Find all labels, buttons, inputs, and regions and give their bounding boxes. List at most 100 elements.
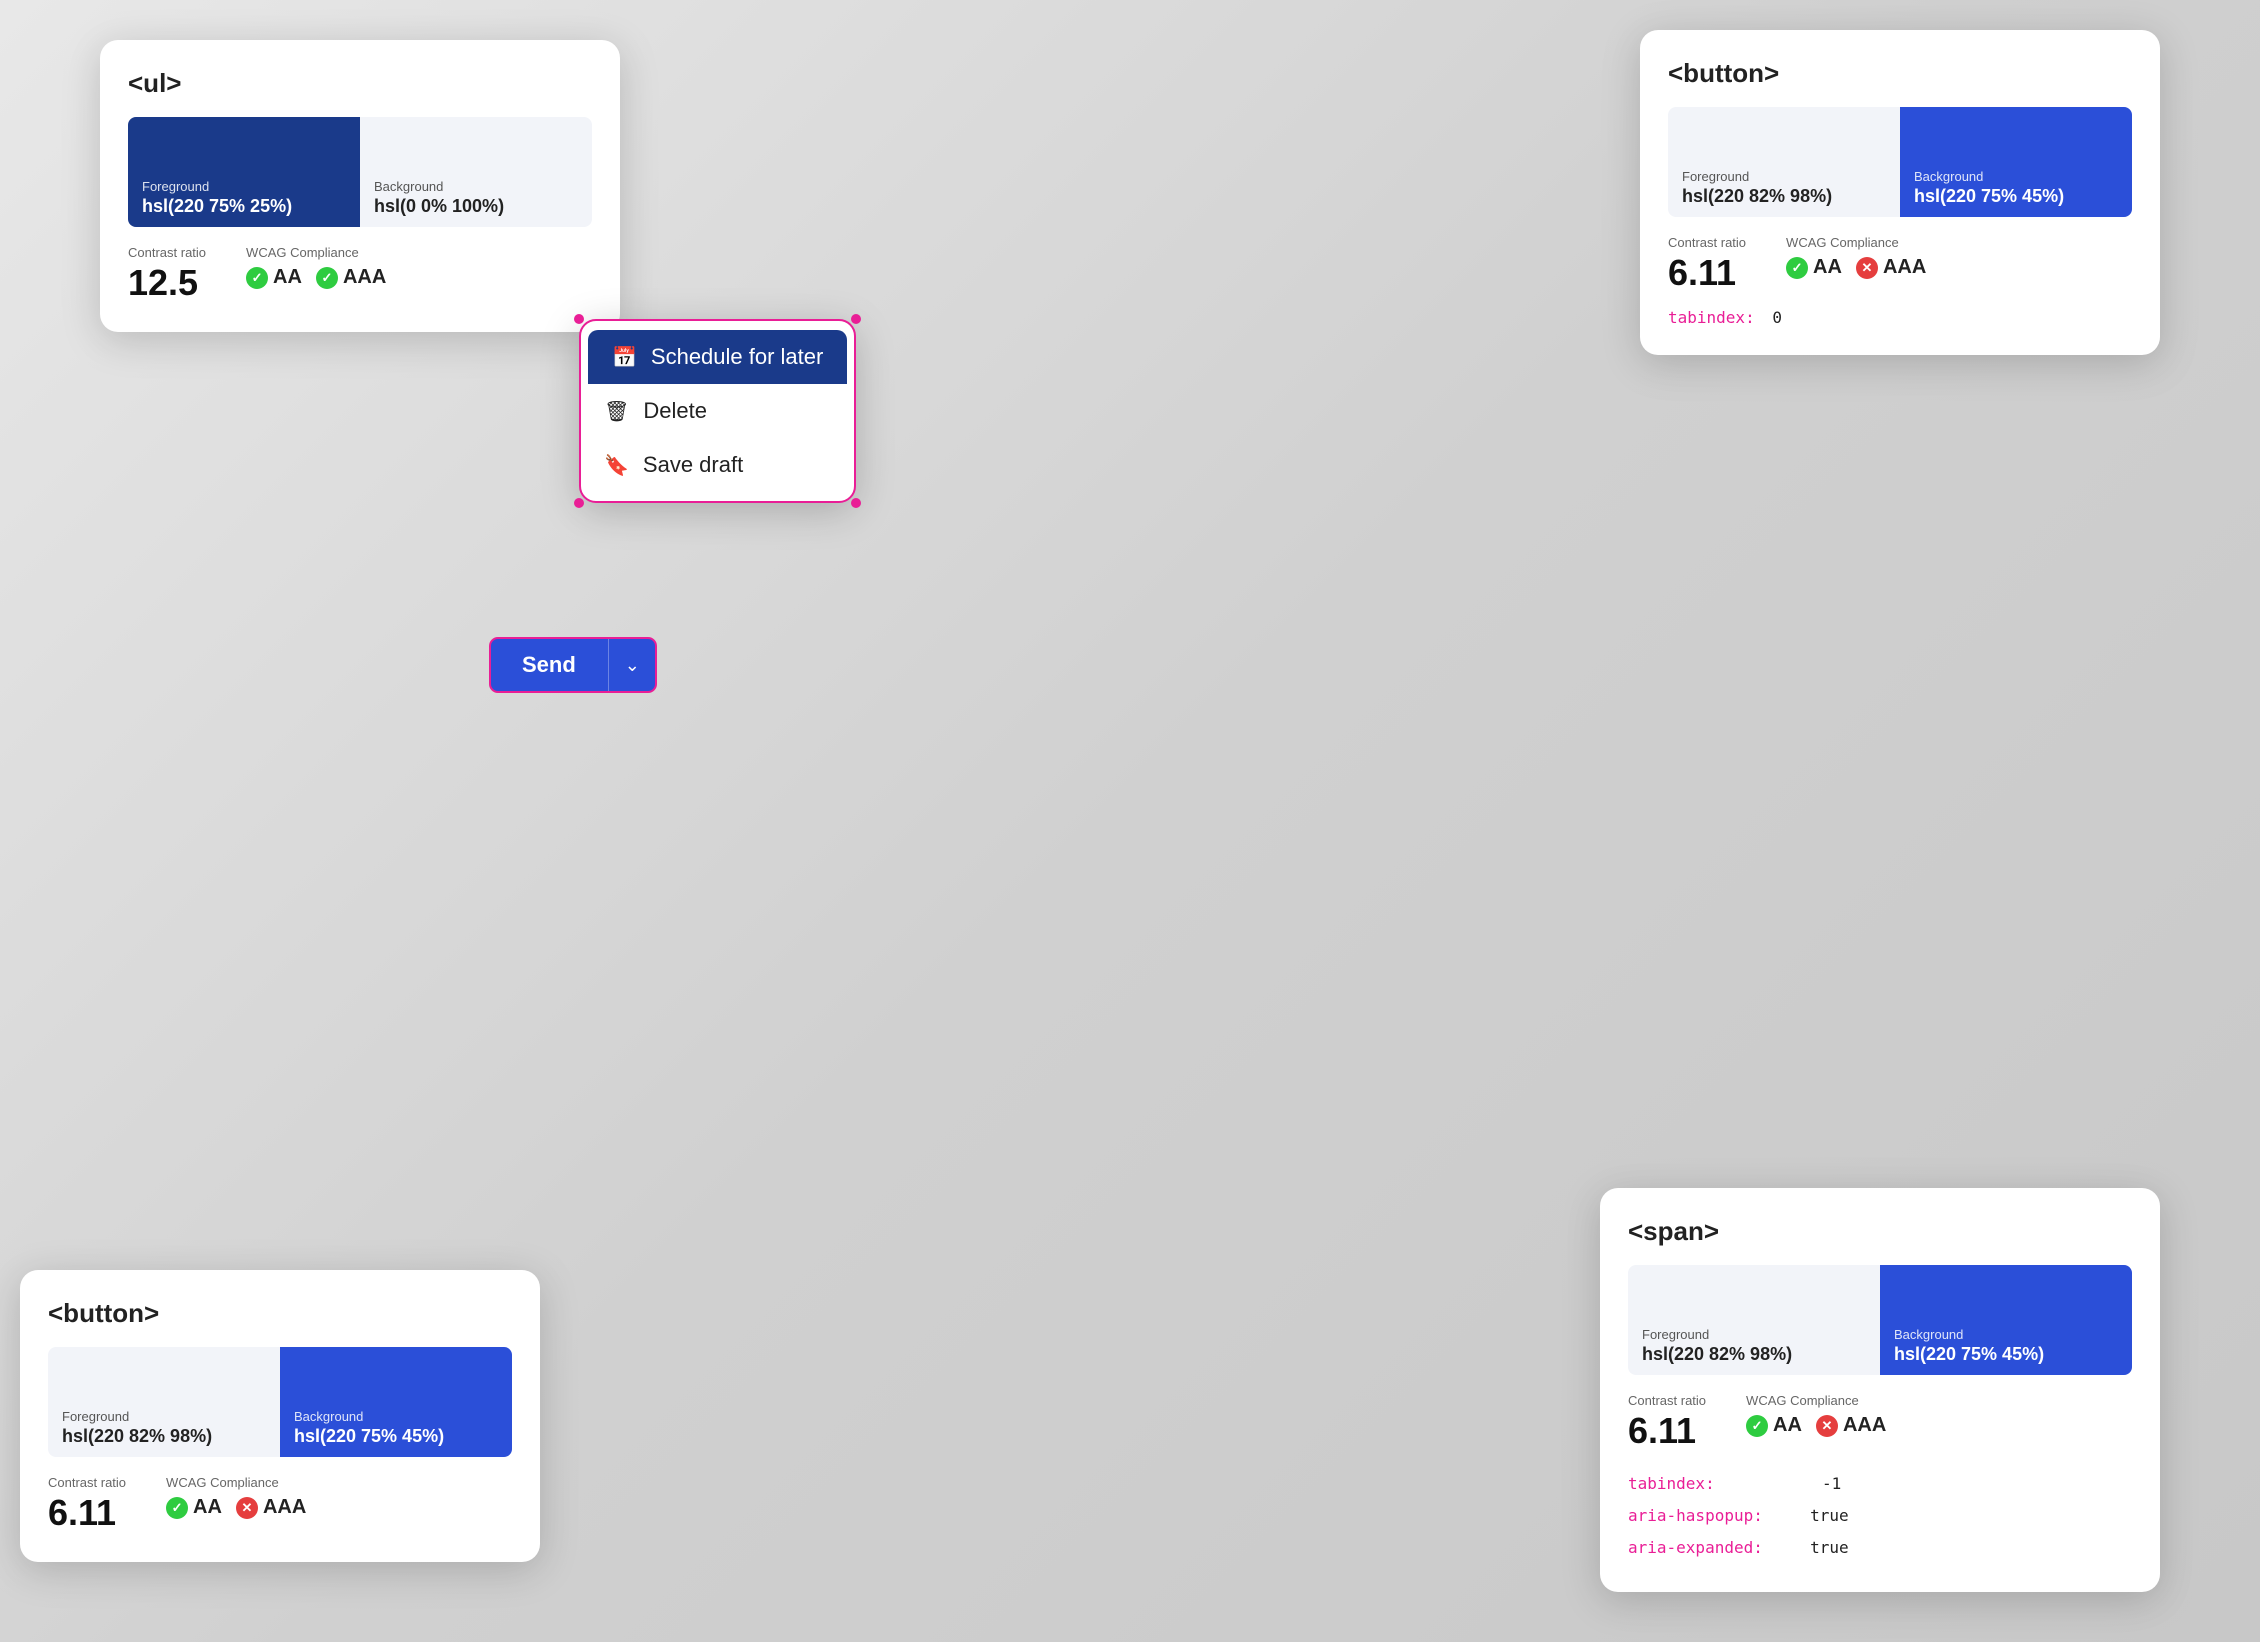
contrast-block: Contrast ratio 12.5 [128,245,206,304]
wcag-label: WCAG Compliance [246,245,386,260]
card-span-title: <span> [1628,1216,2132,1247]
wcag-badges: ✓ AA ✕ AAA [1746,1414,1886,1437]
card-span-swatches: Foreground hsl(220 82% 98%) Background h… [1628,1265,2132,1375]
card-button-bottom-swatches: Foreground hsl(220 82% 98%) Background h… [48,1347,512,1457]
aa-badge: ✓ AA [166,1496,222,1519]
tabindex-key: tabindex: [1628,1474,1715,1493]
wcag-label: WCAG Compliance [1786,235,1926,250]
corner-dot-tl [574,314,584,324]
aaa-fail-icon: ✕ [1816,1415,1838,1437]
fg-label: Foreground [1682,169,1886,184]
background-swatch-bottom: Background hsl(220 75% 45%) [280,1347,512,1457]
background-swatch-span: Background hsl(220 75% 45%) [1880,1265,2132,1375]
delete-label: Delete [643,398,707,424]
schedule-label: Schedule for later [651,344,823,370]
bg-value: hsl(220 75% 45%) [294,1426,498,1447]
card-button-top: <button> Foreground hsl(220 82% 98%) Bac… [1640,30,2160,355]
card-ul-stats: Contrast ratio 12.5 WCAG Compliance ✓ AA… [128,245,592,304]
contrast-block: Contrast ratio 6.11 [48,1475,126,1534]
wcag-block: WCAG Compliance ✓ AA ✓ AAA [246,245,386,289]
wcag-label: WCAG Compliance [166,1475,306,1490]
fg-label: Foreground [142,179,346,194]
wcag-label: WCAG Compliance [1746,1393,1886,1408]
bg-value: hsl(220 75% 45%) [1894,1344,2118,1365]
foreground-swatch-span: Foreground hsl(220 82% 98%) [1628,1265,1880,1375]
card-span-stats: Contrast ratio 6.11 WCAG Compliance ✓ AA… [1628,1393,2132,1452]
aa-badge: ✓ AA [246,266,302,289]
aa-label: AA [273,266,302,289]
aaa-badge: ✕ AAA [236,1496,306,1519]
aa-label: AA [1813,256,1842,279]
aa-label: AA [193,1496,222,1519]
contrast-value: 6.11 [48,1492,126,1534]
aaa-badge: ✓ AAA [316,266,386,289]
fg-value: hsl(220 75% 25%) [142,196,346,217]
aaa-label: AAA [1843,1414,1886,1437]
contrast-label: Contrast ratio [128,245,206,260]
bg-label: Background [294,1409,498,1424]
contrast-block: Contrast ratio 6.11 [1628,1393,1706,1452]
aria-haspopup-key: aria-haspopup: [1628,1506,1763,1525]
tabindex-val: 0 [1772,308,1782,327]
aa-pass-icon: ✓ [246,267,268,289]
wcag-block: WCAG Compliance ✓ AA ✕ AAA [166,1475,306,1519]
aria-attributes: tabindex: -1 aria-haspopup: true aria-ex… [1628,1468,2132,1564]
bg-label: Background [1914,169,2118,184]
card-span: <span> Foreground hsl(220 82% 98%) Backg… [1600,1188,2160,1592]
aaa-fail-icon: ✕ [236,1497,258,1519]
aaa-badge: ✕ AAA [1856,256,1926,279]
card-button-top-stats: Contrast ratio 6.11 WCAG Compliance ✓ AA… [1668,235,2132,294]
aaa-label: AAA [263,1496,306,1519]
aa-label: AA [1773,1414,1802,1437]
corner-dot-tr [851,314,861,324]
aa-badge: ✓ AA [1746,1414,1802,1437]
background-swatch: Background hsl(0 0% 100%) [360,117,592,227]
aria-haspopup-val: true [1810,1506,1849,1525]
aa-pass-icon: ✓ [1786,257,1808,279]
aaa-badge: ✕ AAA [1816,1414,1886,1437]
contrast-value: 12.5 [128,262,206,304]
send-button-group[interactable]: Send ⌄ [490,638,656,692]
aaa-label: AAA [1883,256,1926,279]
aria-expanded-line: aria-expanded: true [1628,1532,2132,1564]
save-draft-label: Save draft [643,452,743,478]
corner-dot-br [652,688,656,692]
aaa-label: AAA [343,266,386,289]
send-button[interactable]: Send [490,638,608,692]
corner-dot-br [851,498,861,508]
fg-value: hsl(220 82% 98%) [1682,186,1886,207]
foreground-swatch-top: Foreground hsl(220 82% 98%) [1668,107,1900,217]
card-button-bottom-stats: Contrast ratio 6.11 WCAG Compliance ✓ AA… [48,1475,512,1534]
bg-label: Background [374,179,578,194]
aa-pass-icon: ✓ [1746,1415,1768,1437]
delete-item[interactable]: 🗑 Delete [580,384,855,438]
schedule-item[interactable]: 📅 Schedule for later [588,330,847,384]
fg-label: Foreground [62,1409,266,1424]
aaa-fail-icon: ✕ [1856,257,1878,279]
aa-pass-icon: ✓ [166,1497,188,1519]
fg-label: Foreground [1642,1327,1866,1342]
save-draft-item[interactable]: 🔖 Save draft [580,438,855,492]
bg-value: hsl(220 75% 45%) [1914,186,2118,207]
fg-value: hsl(220 82% 98%) [1642,1344,1866,1365]
card-ul: <ul> Foreground hsl(220 75% 25%) Backgro… [100,40,620,332]
bookmark-icon: 🔖 [604,453,629,478]
contrast-value: 6.11 [1628,1410,1706,1452]
card-button-top-swatches: Foreground hsl(220 82% 98%) Background h… [1668,107,2132,217]
foreground-swatch: Foreground hsl(220 75% 25%) [128,117,360,227]
fg-value: hsl(220 82% 98%) [62,1426,266,1447]
send-arrow-button[interactable]: ⌄ [608,638,656,692]
aa-badge: ✓ AA [1786,256,1842,279]
wcag-badges: ✓ AA ✕ AAA [1786,256,1926,279]
calendar-icon: 📅 [612,345,637,370]
wcag-badges: ✓ AA ✕ AAA [166,1496,306,1519]
tabindex-val: -1 [1822,1474,1841,1493]
corner-dot-bl [574,498,584,508]
contrast-block: Contrast ratio 6.11 [1668,235,1746,294]
bg-value: hsl(0 0% 100%) [374,196,578,217]
wcag-badges: ✓ AA ✓ AAA [246,266,386,289]
contrast-label: Contrast ratio [48,1475,126,1490]
card-button-bottom-title: <button> [48,1298,512,1329]
background-swatch-top: Background hsl(220 75% 45%) [1900,107,2132,217]
contrast-label: Contrast ratio [1668,235,1746,250]
